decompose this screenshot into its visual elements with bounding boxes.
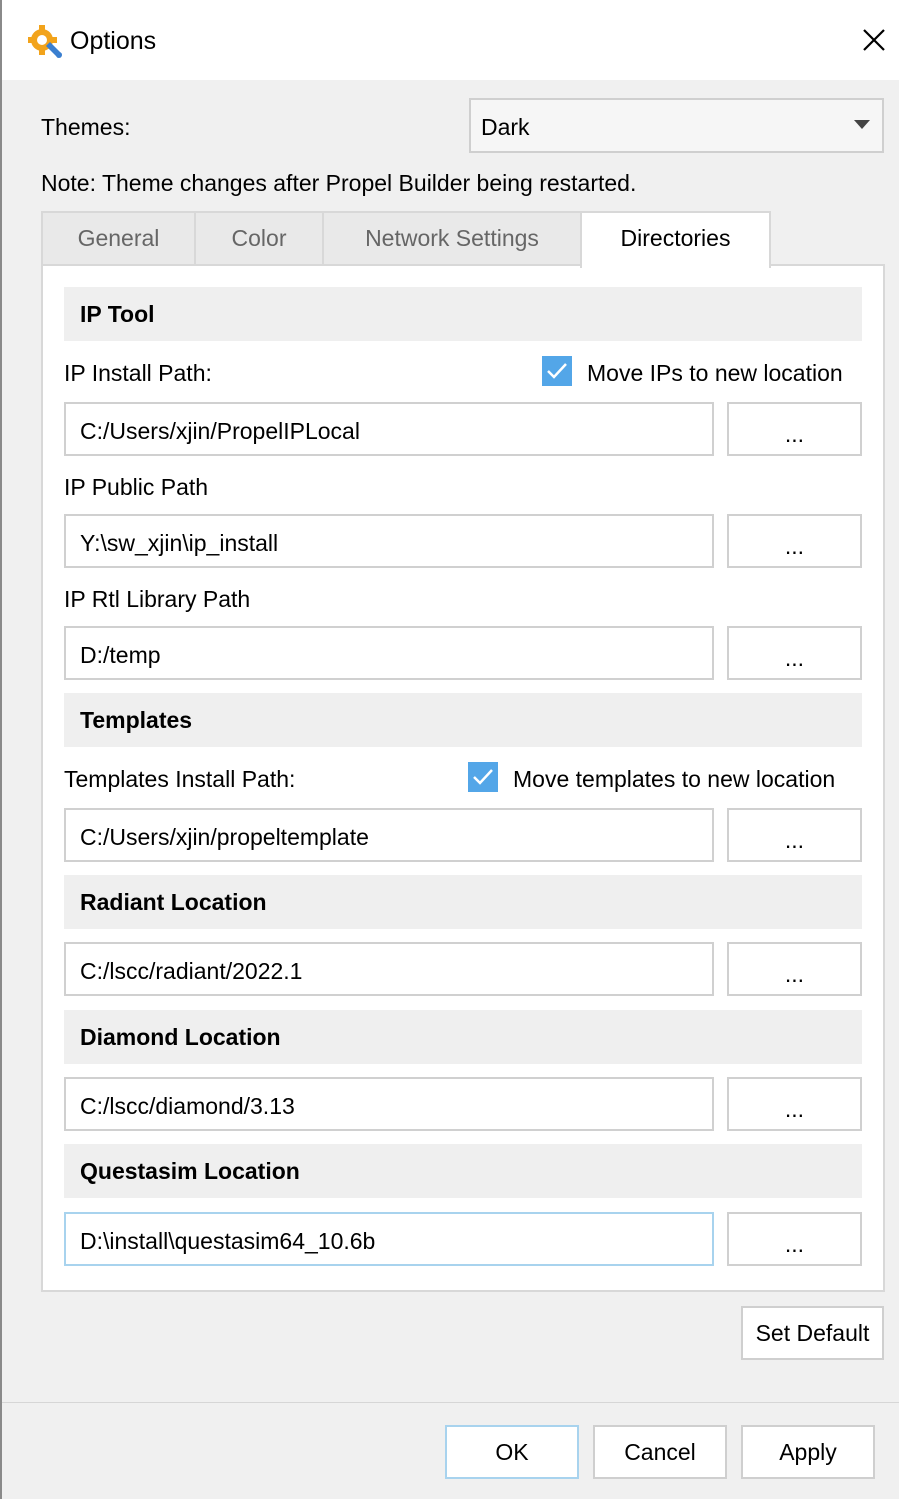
browse-radiant-button[interactable]: ...	[727, 942, 862, 996]
radiant-location-input[interactable]: C:/lscc/radiant/2022.1	[64, 942, 714, 996]
browse-ip-rtl-button[interactable]: ...	[727, 626, 862, 680]
dropdown-arrow-icon	[854, 120, 870, 129]
settings-wrench-gear-icon	[28, 25, 62, 58]
themes-selected-value: Dark	[481, 114, 530, 140]
themes-dropdown[interactable]: Dark	[469, 98, 884, 153]
title-bar: Options	[2, 0, 899, 80]
templates-install-path-label: Templates Install Path:	[64, 766, 296, 792]
move-templates-label: Move templates to new location	[513, 766, 836, 792]
section-diamond-location: Diamond Location	[64, 1010, 862, 1064]
field-value: C:/Users/xjin/PropelIPLocal	[80, 418, 360, 444]
browse-templates-button[interactable]: ...	[727, 808, 862, 862]
field-value: D:\install\questasim64_10.6b	[80, 1228, 376, 1254]
ip-rtl-library-path-input[interactable]: D:/temp	[64, 626, 714, 680]
close-icon	[863, 29, 885, 51]
section-header: Radiant Location	[80, 889, 267, 915]
tab-color[interactable]: Color	[194, 211, 324, 266]
section-header: Templates	[80, 707, 193, 733]
ip-rtl-library-path-label: IP Rtl Library Path	[64, 586, 251, 612]
section-radiant-location: Radiant Location	[64, 875, 862, 929]
field-value: C:/lscc/radiant/2022.1	[80, 958, 303, 984]
themes-label: Themes:	[41, 114, 131, 140]
close-button[interactable]	[850, 16, 898, 64]
ip-install-path-label: IP Install Path:	[64, 360, 212, 386]
tab-network-settings[interactable]: Network Settings	[322, 211, 582, 266]
section-templates: Templates	[64, 693, 862, 747]
field-value: D:/temp	[80, 642, 161, 668]
move-ips-checkbox[interactable]	[542, 356, 572, 386]
browse-ip-install-button[interactable]: ...	[727, 402, 862, 456]
templates-install-path-input[interactable]: C:/Users/xjin/propeltemplate	[64, 808, 714, 862]
section-header: Questasim Location	[80, 1158, 300, 1184]
options-dialog: Options Themes: Dark Note: Theme changes…	[0, 0, 899, 1499]
ok-button[interactable]: OK	[445, 1425, 579, 1479]
ip-public-path-label: IP Public Path	[64, 474, 209, 500]
ip-public-path-input[interactable]: Y:\sw_xjin\ip_install	[64, 514, 714, 568]
tab-directories[interactable]: Directories	[580, 211, 771, 268]
field-value: Y:\sw_xjin\ip_install	[80, 530, 279, 556]
window-title: Options	[70, 27, 157, 55]
questasim-location-input[interactable]: D:\install\questasim64_10.6b	[64, 1212, 714, 1266]
section-questasim-location: Questasim Location	[64, 1144, 862, 1198]
set-default-button[interactable]: Set Default	[741, 1306, 884, 1360]
section-header: IP Tool	[80, 301, 155, 327]
section-header: Diamond Location	[80, 1024, 281, 1050]
diamond-location-input[interactable]: C:/lscc/diamond/3.13	[64, 1077, 714, 1131]
browse-ip-public-button[interactable]: ...	[727, 514, 862, 568]
tab-general[interactable]: General	[41, 211, 196, 266]
checkmark-icon	[473, 769, 493, 785]
apply-button[interactable]: Apply	[741, 1425, 875, 1479]
cancel-button[interactable]: Cancel	[593, 1425, 727, 1479]
checkmark-icon	[547, 363, 567, 379]
browse-diamond-button[interactable]: ...	[727, 1077, 862, 1131]
field-value: C:/lscc/diamond/3.13	[80, 1093, 295, 1119]
field-value: C:/Users/xjin/propeltemplate	[80, 824, 369, 850]
theme-note: Note: Theme changes after Propel Builder…	[41, 170, 637, 196]
footer-divider	[2, 1402, 899, 1403]
section-ip-tool: IP Tool	[64, 287, 862, 341]
move-templates-checkbox[interactable]	[468, 762, 498, 792]
move-ips-label: Move IPs to new location	[587, 360, 843, 386]
ip-install-path-input[interactable]: C:/Users/xjin/PropelIPLocal	[64, 402, 714, 456]
browse-questasim-button[interactable]: ...	[727, 1212, 862, 1266]
